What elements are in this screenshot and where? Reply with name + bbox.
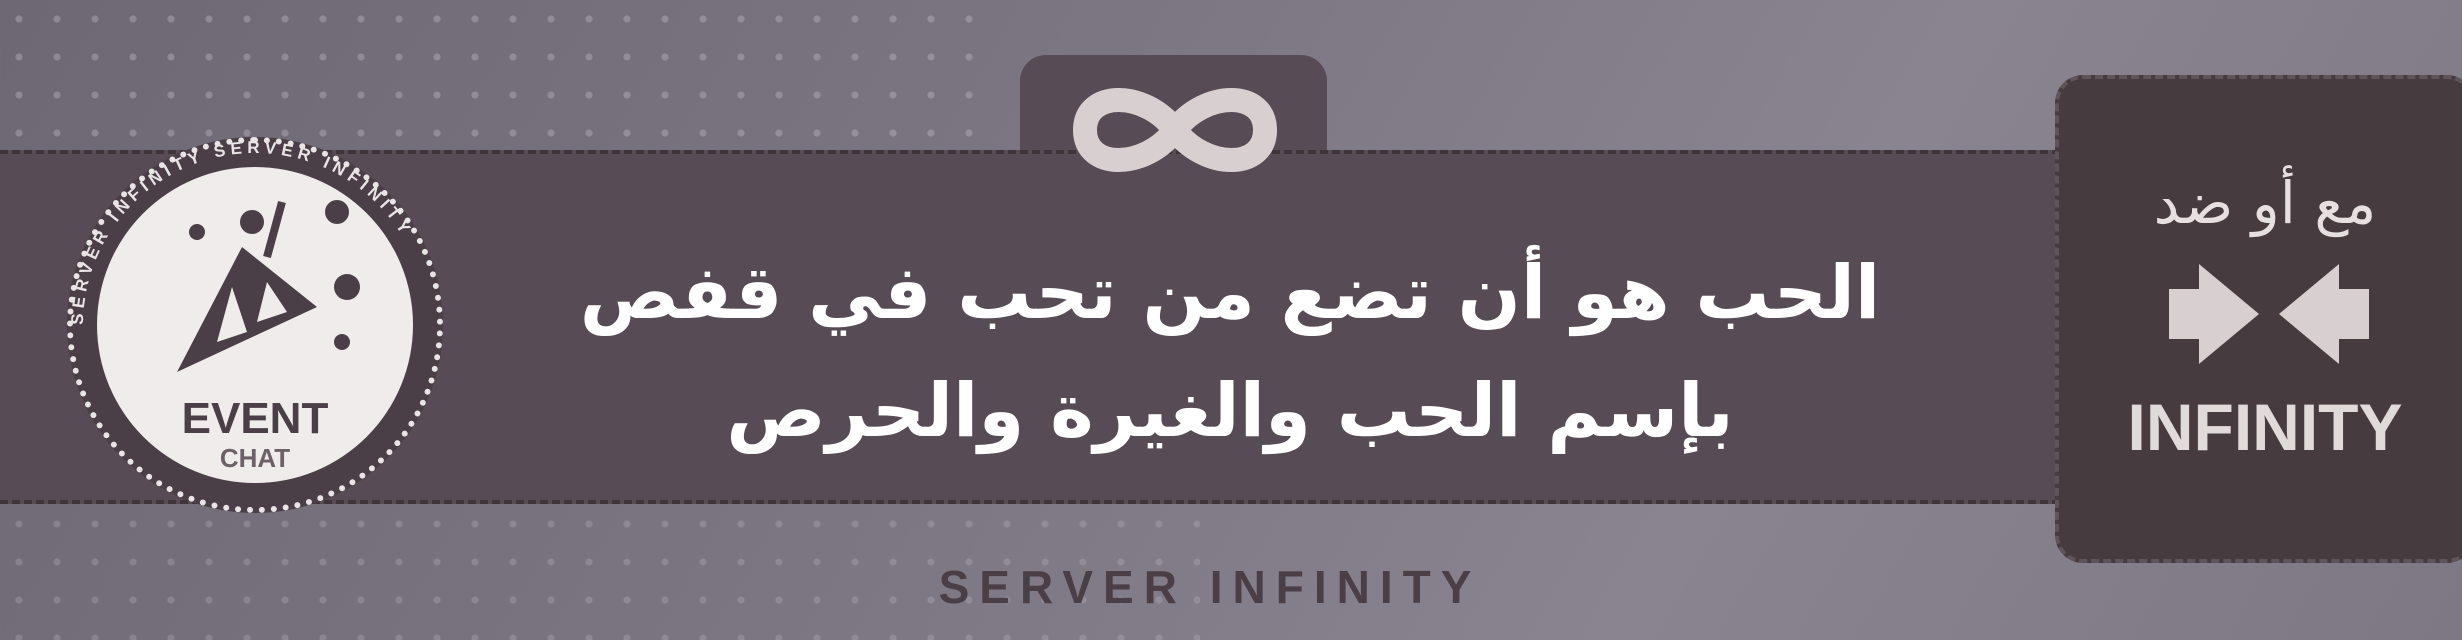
badge-subtitle: CHAT (219, 443, 291, 473)
dot-pattern (0, 0, 1000, 150)
event-chat-badge: SERVER INFINITY SERVER INFINITY EVENT CH… (67, 137, 443, 513)
server-name: SERVER INFINITY (938, 561, 1482, 613)
party-popper-icon (177, 200, 360, 372)
quote-line-2: بإسم الحب والغيرة والحرص (726, 368, 1734, 454)
brand-panel: مع أو ضد INFINITY (2055, 75, 2462, 563)
quote-line-1: الحب هو أن تضع من تحب في قفص (579, 250, 1881, 336)
opposing-arrows-icon (2169, 264, 2369, 364)
badge-title: EVENT (181, 394, 329, 443)
panel-arabic-label: مع أو ضد (2153, 169, 2377, 237)
panel-brand: INFINITY (2127, 390, 2403, 464)
infinity-icon (1072, 88, 1278, 172)
